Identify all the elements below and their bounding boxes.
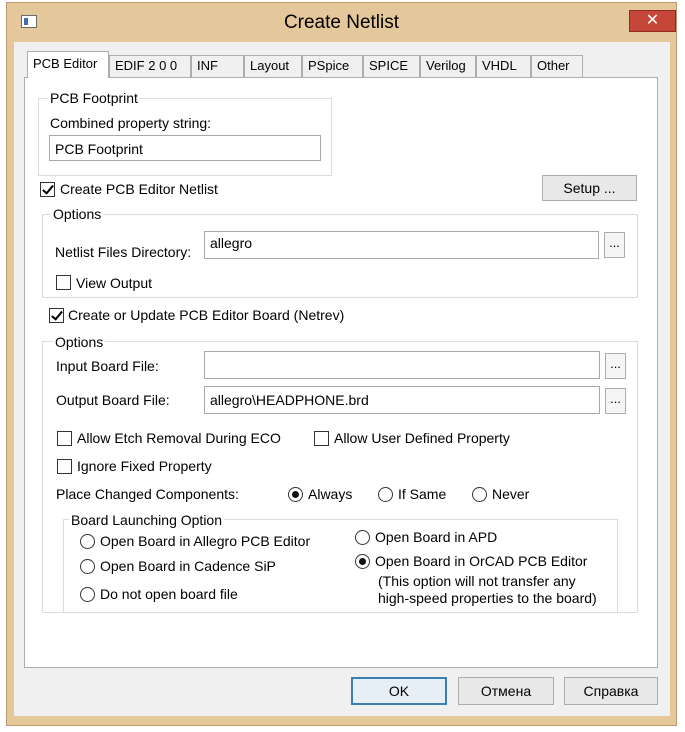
- view-output-label: View Output: [76, 275, 153, 291]
- allow-etch-checkbox[interactable]: [57, 431, 72, 446]
- output-board-browse-button[interactable]: ...: [605, 388, 626, 414]
- board-launching-group-label: Board Launching Option: [69, 512, 224, 528]
- cancel-button[interactable]: Отмена: [458, 677, 554, 705]
- input-board-browse-button[interactable]: ...: [605, 353, 626, 379]
- place-never-label: Never: [492, 486, 530, 502]
- combined-property-label: Combined property string:: [50, 115, 212, 131]
- input-board-label: Input Board File:: [56, 358, 159, 374]
- ignore-fixed-label: Ignore Fixed Property: [77, 458, 212, 474]
- tab-other[interactable]: Other: [531, 55, 583, 77]
- input-board-input[interactable]: [204, 351, 600, 379]
- tab-pcb-editor[interactable]: PCB Editor: [27, 51, 109, 78]
- allow-user-property-checkbox[interactable]: [314, 431, 329, 446]
- place-always-label: Always: [308, 486, 353, 502]
- create-netlist-label: Create PCB Editor Netlist: [60, 181, 218, 197]
- do-not-open-label: Do not open board file: [100, 586, 238, 602]
- create-netlist-checkbox[interactable]: [40, 182, 55, 197]
- ok-button[interactable]: OK: [351, 677, 447, 705]
- place-if-same-label: If Same: [398, 486, 447, 502]
- open-orcad-radio[interactable]: [355, 554, 370, 569]
- pcb-footprint-group-label: PCB Footprint: [48, 90, 140, 106]
- ignore-fixed-checkbox[interactable]: [57, 459, 72, 474]
- orcad-note-line2: high-speed properties to the board): [378, 590, 597, 606]
- combined-property-input[interactable]: PCB Footprint: [49, 135, 321, 161]
- tab-pspice[interactable]: PSpice: [302, 55, 363, 77]
- do-not-open-radio[interactable]: [80, 587, 95, 602]
- tab-inf[interactable]: INF: [191, 55, 244, 77]
- netlist-options-group-label: Options: [51, 206, 104, 222]
- place-changed-label: Place Changed Components:: [56, 486, 239, 502]
- netlist-dir-browse-button[interactable]: ...: [604, 232, 625, 258]
- open-sip-label: Open Board in Cadence SiP: [100, 558, 276, 574]
- place-never-radio[interactable]: [472, 487, 487, 502]
- place-if-same-radio[interactable]: [378, 487, 393, 502]
- tab-verilog[interactable]: Verilog: [420, 55, 476, 77]
- view-output-checkbox[interactable]: [56, 275, 71, 290]
- netlist-dir-label: Netlist Files Directory:: [55, 244, 192, 260]
- orcad-note-line1: (This option will not transfer any: [378, 573, 576, 589]
- tab-layout[interactable]: Layout: [244, 55, 302, 77]
- allow-etch-label: Allow Etch Removal During ECO: [77, 430, 281, 446]
- create-board-label: Create or Update PCB Editor Board (Netre…: [68, 307, 345, 323]
- open-apd-radio[interactable]: [355, 530, 370, 545]
- netlist-dir-input[interactable]: allegro: [204, 231, 599, 259]
- open-orcad-label: Open Board in OrCAD PCB Editor: [375, 553, 588, 569]
- window-title: Create Netlist: [283, 12, 400, 33]
- title-bar[interactable]: Create Netlist ✕: [7, 3, 676, 43]
- place-always-radio[interactable]: [288, 487, 303, 502]
- tab-vhdl[interactable]: VHDL: [476, 55, 531, 77]
- tab-spice[interactable]: SPICE: [363, 55, 420, 77]
- setup-button[interactable]: Setup ...: [542, 175, 637, 201]
- output-board-label: Output Board File:: [56, 392, 170, 408]
- open-sip-radio[interactable]: [80, 559, 95, 574]
- open-allegro-label: Open Board in Allegro PCB Editor: [100, 533, 311, 549]
- open-apd-label: Open Board in APD: [375, 529, 498, 545]
- create-board-checkbox[interactable]: [49, 308, 64, 323]
- allow-user-property-label: Allow User Defined Property: [334, 430, 510, 446]
- tab-edif[interactable]: EDIF 2 0 0: [109, 55, 191, 77]
- help-button[interactable]: Справка: [564, 677, 658, 705]
- open-allegro-radio[interactable]: [80, 534, 95, 549]
- board-options-group-label: Options: [53, 334, 106, 350]
- close-button[interactable]: ✕: [629, 10, 676, 32]
- output-board-input[interactable]: allegro\HEADPHONE.brd: [204, 386, 600, 414]
